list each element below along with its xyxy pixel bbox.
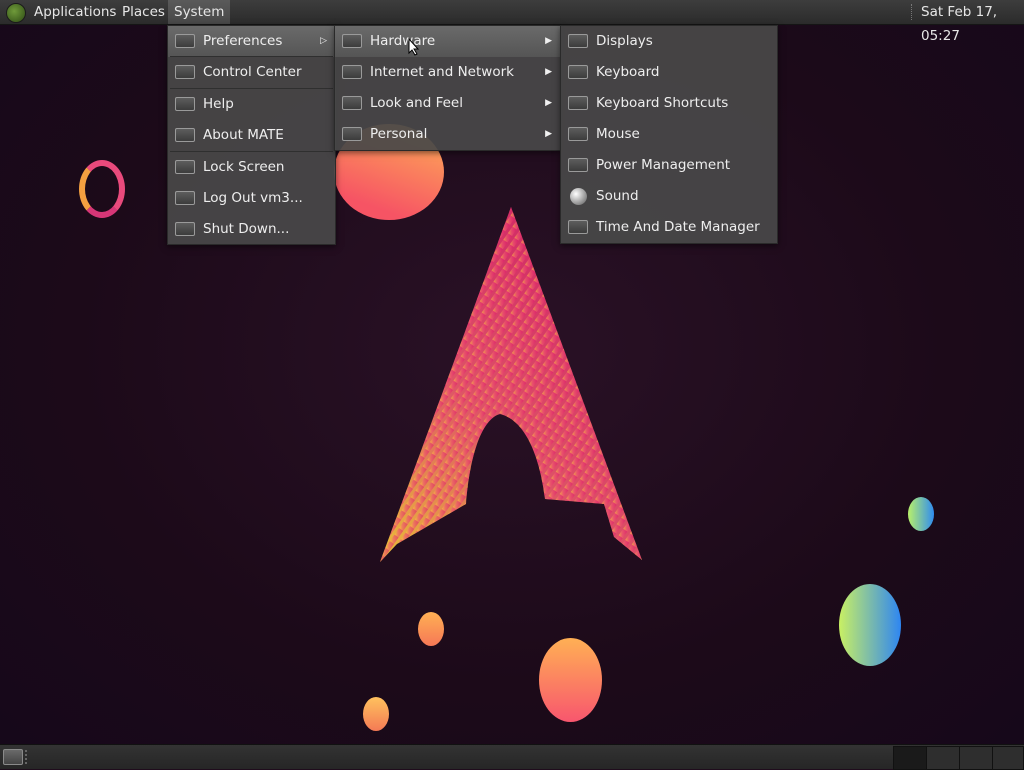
panel-handle[interactable] [25, 750, 33, 764]
small-orange-dot [418, 612, 444, 646]
preferences-submenu: Hardware ▶ Internet and Network ▶ Look a… [334, 25, 561, 151]
settings-app-icon [568, 65, 588, 79]
settings-app-icon [175, 191, 195, 205]
orange-oval-decoration [539, 638, 602, 722]
workspace-2[interactable] [926, 746, 960, 770]
top-panel: Applications Places System Sat Feb 17, 0… [0, 0, 1024, 44]
chevron-right-icon: ▶ [545, 67, 552, 77]
settings-app-icon [175, 34, 195, 48]
settings-app-icon [568, 96, 588, 110]
menu-item-help[interactable]: Help [168, 89, 335, 120]
menu-item-control-center[interactable]: Control Center [168, 57, 335, 88]
settings-app-icon [568, 220, 588, 234]
chevron-right-icon: ▶ [545, 129, 552, 139]
menu-item-hardware[interactable]: Hardware ▶ [335, 26, 560, 57]
system-menu[interactable]: System [168, 0, 231, 24]
settings-app-icon [342, 127, 362, 141]
settings-app-icon [342, 65, 362, 79]
tiny-orange-dot [363, 697, 389, 731]
menu-item-power-management[interactable]: Power Management [561, 150, 777, 181]
settings-app-icon [175, 160, 195, 174]
menu-item-internet-and-network[interactable]: Internet and Network ▶ [335, 57, 560, 88]
settings-app-icon [342, 34, 362, 48]
applications-menu[interactable]: Applications [28, 0, 122, 24]
menu-item-time-and-date-manager[interactable]: Time And Date Manager [561, 212, 777, 243]
menu-item-keyboard[interactable]: Keyboard [561, 57, 777, 88]
menu-item-log-out[interactable]: Log Out vm3... [168, 183, 335, 214]
settings-app-icon [568, 158, 588, 172]
chevron-right-icon: ▶ [545, 36, 552, 46]
settings-app-icon [175, 65, 195, 79]
places-menu[interactable]: Places [116, 0, 171, 24]
menu-item-lock-screen[interactable]: Lock Screen [168, 152, 335, 183]
mouse-cursor-icon [408, 38, 420, 56]
workspace-3[interactable] [959, 746, 993, 770]
menu-item-displays[interactable]: Displays [561, 26, 777, 57]
menu-item-mouse[interactable]: Mouse [561, 119, 777, 150]
settings-app-icon [175, 97, 195, 111]
chevron-right-icon: ▶ [545, 98, 552, 108]
menu-item-sound[interactable]: Sound [561, 181, 777, 212]
settings-app-icon [568, 127, 588, 141]
system-dropdown: Preferences ▷ Control Center Help About … [167, 25, 336, 245]
green-blue-dot [908, 497, 934, 531]
green-blue-oval [839, 584, 901, 666]
menu-item-shut-down[interactable]: Shut Down... [168, 214, 335, 245]
workspace-4[interactable] [992, 746, 1024, 770]
settings-app-icon [175, 222, 195, 236]
menu-item-look-and-feel[interactable]: Look and Feel ▶ [335, 88, 560, 119]
bottom-panel [0, 744, 1024, 770]
mate-logo-icon[interactable] [6, 3, 26, 23]
desktop-icon[interactable] [3, 749, 23, 765]
hardware-submenu: Displays Keyboard Keyboard Shortcuts Mou… [560, 25, 778, 244]
workspace-1[interactable] [893, 746, 927, 770]
menu-item-personal[interactable]: Personal ▶ [335, 119, 560, 150]
menu-item-about-mate[interactable]: About MATE [168, 120, 335, 151]
settings-app-icon [342, 96, 362, 110]
clock[interactable]: Sat Feb 17, 05:27 [915, 0, 1024, 44]
settings-app-icon [175, 128, 195, 142]
panel-separator [911, 4, 914, 20]
menu-item-keyboard-shortcuts[interactable]: Keyboard Shortcuts [561, 88, 777, 119]
chevron-right-icon: ▷ [320, 36, 327, 46]
settings-app-icon [568, 34, 588, 48]
menu-item-preferences[interactable]: Preferences ▷ [168, 26, 335, 57]
speaker-sphere-icon [570, 188, 587, 205]
